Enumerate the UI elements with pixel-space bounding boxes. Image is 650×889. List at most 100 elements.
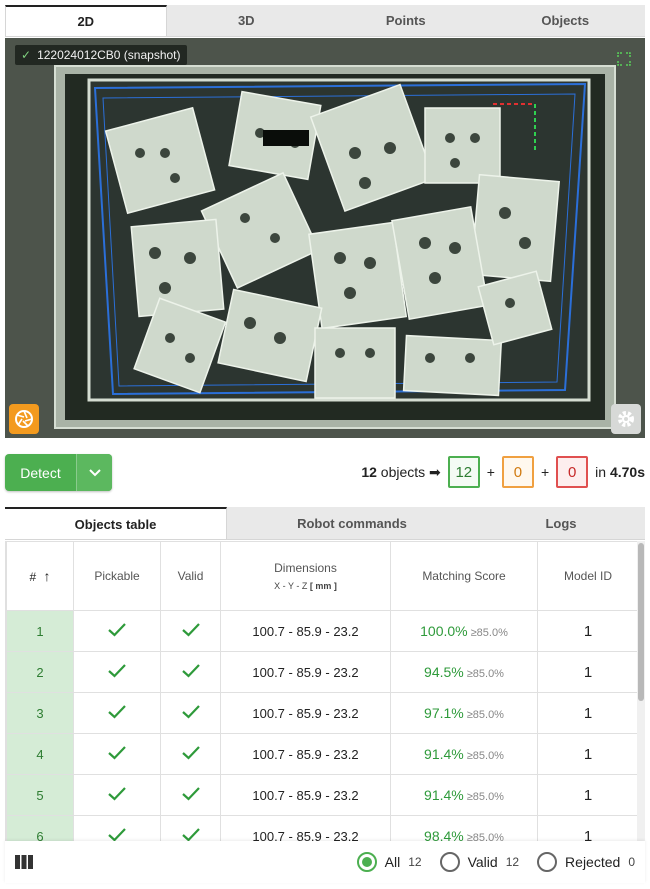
check-icon bbox=[108, 786, 126, 804]
header-index[interactable]: # ↑ bbox=[6, 541, 74, 611]
tab-points[interactable]: Points bbox=[326, 5, 486, 36]
pickable-cell bbox=[73, 815, 161, 841]
check-icon bbox=[181, 622, 200, 640]
header-dimensions-label: Dimensions bbox=[274, 561, 337, 575]
header-index-label: # bbox=[29, 570, 37, 584]
sort-ascending-icon: ↑ bbox=[43, 568, 51, 584]
camera-shutter-button[interactable] bbox=[9, 404, 39, 434]
check-icon bbox=[181, 827, 200, 841]
table-row[interactable]: 2 100.7 - 85.9 - 23.2 94.5% ≥85.0% 1 bbox=[6, 651, 639, 693]
model-id-cell: 1 bbox=[537, 610, 639, 652]
model-id-cell: 1 bbox=[537, 815, 639, 841]
filter-all[interactable]: All 12 bbox=[356, 852, 422, 872]
columns-icon[interactable] bbox=[15, 855, 33, 869]
rejected-count-badge: 0 bbox=[556, 456, 589, 488]
pickable-cell bbox=[73, 651, 161, 693]
header-model-id[interactable]: Model ID bbox=[537, 541, 639, 611]
score-value: 100.0% bbox=[420, 623, 468, 639]
snapshot-label: 122024012CB0 (snapshot) bbox=[37, 48, 181, 62]
row-index: 2 bbox=[6, 651, 74, 693]
valid-cell bbox=[160, 692, 221, 734]
gear-icon bbox=[618, 411, 634, 427]
filter-valid[interactable]: Valid 12 bbox=[439, 852, 520, 872]
chevron-down-icon bbox=[88, 468, 101, 476]
in-label: in bbox=[595, 464, 607, 480]
pickable-cell bbox=[73, 692, 161, 734]
tab-robot-commands[interactable]: Robot commands bbox=[227, 507, 477, 539]
pickable-cell bbox=[73, 774, 161, 816]
filter-rejected[interactable]: Rejected 0 bbox=[537, 852, 635, 872]
viewport-settings-button[interactable] bbox=[611, 404, 641, 434]
tab-logs[interactable]: Logs bbox=[477, 507, 645, 539]
fullscreen-icon[interactable] bbox=[617, 52, 631, 66]
pickable-cell bbox=[73, 610, 161, 652]
header-dimensions[interactable]: Dimensions X - Y - Z [ mm ] bbox=[220, 541, 391, 611]
matching-score-cell: 97.1% ≥85.0% bbox=[390, 692, 538, 734]
check-icon bbox=[181, 786, 200, 804]
table-header-row: # ↑ Pickable Valid Dimensions X - Y - Z … bbox=[6, 541, 639, 611]
filter-all-label: All bbox=[384, 854, 401, 870]
score-threshold: ≥85.0% bbox=[466, 750, 504, 762]
matching-score-cell: 91.4% ≥85.0% bbox=[390, 733, 538, 775]
objects-label: objects ➡ bbox=[380, 463, 441, 480]
table-footer: All 12 Valid 12 Rejected 0 bbox=[5, 841, 645, 883]
header-matching-score[interactable]: Matching Score bbox=[390, 541, 538, 611]
filter-rejected-label: Rejected bbox=[565, 854, 621, 870]
score-value: 91.4% bbox=[424, 746, 464, 762]
score-value: 97.1% bbox=[424, 705, 464, 721]
valid-cell bbox=[160, 733, 221, 775]
snapshot-badge: ✓ 122024012CB0 (snapshot) bbox=[15, 45, 187, 65]
warning-count-badge: 0 bbox=[501, 456, 534, 488]
header-pickable[interactable]: Pickable bbox=[73, 541, 161, 611]
valid-cell bbox=[160, 610, 221, 652]
aperture-icon bbox=[15, 410, 33, 428]
check-icon bbox=[108, 827, 126, 841]
plus-sign: + bbox=[486, 464, 495, 480]
filter-all-count: 12 bbox=[408, 855, 422, 869]
model-id-cell: 1 bbox=[537, 733, 639, 775]
table-row[interactable]: 5 100.7 - 85.9 - 23.2 91.4% ≥85.0% 1 bbox=[6, 774, 639, 816]
table-scrollbar[interactable] bbox=[637, 541, 645, 841]
tab-objects[interactable]: Objects bbox=[486, 5, 646, 36]
check-icon bbox=[108, 745, 126, 763]
matching-score-cell: 100.0% ≥85.0% bbox=[390, 610, 538, 652]
header-valid[interactable]: Valid bbox=[160, 541, 221, 611]
detect-options-button[interactable] bbox=[77, 454, 112, 491]
detect-button[interactable]: Detect bbox=[5, 454, 77, 491]
header-dimensions-unit: [ mm ] bbox=[309, 581, 337, 591]
model-id-cell: 1 bbox=[537, 651, 639, 693]
table-row[interactable]: 4 100.7 - 85.9 - 23.2 91.4% ≥85.0% 1 bbox=[6, 733, 639, 775]
score-threshold: ≥85.0% bbox=[470, 627, 508, 639]
camera-viewport[interactable]: ✓ 122024012CB0 (snapshot) bbox=[5, 38, 645, 438]
table-row[interactable]: 1 100.7 - 85.9 - 23.2 100.0% ≥85.0% 1 bbox=[6, 610, 639, 652]
model-id-cell: 1 bbox=[537, 692, 639, 734]
radio-all[interactable] bbox=[356, 852, 377, 872]
score-threshold: ≥85.0% bbox=[466, 791, 504, 803]
results-tabs: Objects table Robot commands Logs bbox=[5, 507, 645, 540]
row-index: 5 bbox=[6, 774, 74, 816]
row-index: 3 bbox=[6, 692, 74, 734]
scrollbar-thumb[interactable] bbox=[638, 543, 644, 701]
matching-score-cell: 94.5% ≥85.0% bbox=[390, 651, 538, 693]
score-threshold: ≥85.0% bbox=[466, 668, 504, 680]
radio-valid[interactable] bbox=[439, 852, 460, 872]
filter-group: All 12 Valid 12 Rejected 0 bbox=[347, 841, 635, 883]
model-id-cell: 1 bbox=[537, 774, 639, 816]
check-icon bbox=[181, 663, 200, 681]
row-index: 6 bbox=[6, 815, 74, 841]
valid-cell bbox=[160, 815, 221, 841]
tab-3d[interactable]: 3D bbox=[167, 5, 327, 36]
dimensions-cell: 100.7 - 85.9 - 23.2 bbox=[220, 774, 391, 816]
check-icon bbox=[108, 704, 126, 722]
filter-valid-count: 12 bbox=[505, 855, 520, 869]
table-row[interactable]: 6 100.7 - 85.9 - 23.2 98.4% ≥85.0% 1 bbox=[6, 815, 639, 841]
table-row[interactable]: 3 100.7 - 85.9 - 23.2 97.1% ≥85.0% 1 bbox=[6, 692, 639, 734]
pickable-cell bbox=[73, 733, 161, 775]
tab-objects-table[interactable]: Objects table bbox=[5, 507, 227, 539]
tab-2d[interactable]: 2D bbox=[5, 5, 167, 36]
header-dimensions-axes: X - Y - Z bbox=[274, 581, 308, 591]
dimensions-cell: 100.7 - 85.9 - 23.2 bbox=[220, 692, 391, 734]
detection-time: 4.70s bbox=[609, 464, 645, 480]
check-icon bbox=[108, 622, 126, 640]
radio-rejected[interactable] bbox=[537, 852, 558, 872]
